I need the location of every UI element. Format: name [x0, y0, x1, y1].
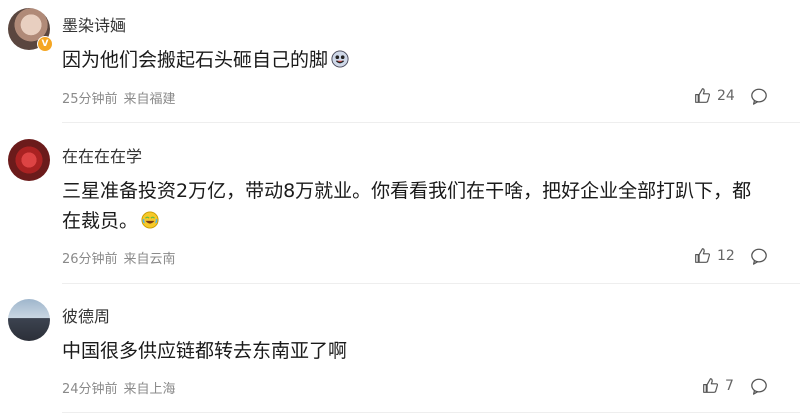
- comment-text-content: 因为他们会搬起石头砸自己的脚: [62, 49, 329, 71]
- divider: [62, 412, 800, 413]
- avatar-image: [8, 139, 50, 181]
- like-button[interactable]: 7: [702, 377, 734, 394]
- avatar-image: [8, 299, 50, 341]
- divider: [62, 283, 800, 284]
- verified-badge-icon: V: [37, 36, 53, 52]
- comment-text-content: 中国很多供应链都转去东南亚了啊: [62, 340, 348, 362]
- comment-bubble-icon[interactable]: [750, 247, 768, 265]
- like-button[interactable]: 24: [694, 87, 735, 104]
- thumbs-up-icon: [695, 248, 710, 263]
- thumbs-up-icon: [695, 88, 710, 103]
- like-count: 24: [717, 87, 735, 104]
- avatar[interactable]: [8, 299, 50, 341]
- comment-location: 来自云南: [123, 252, 176, 267]
- avatar[interactable]: V: [8, 8, 53, 52]
- comment-meta: 25分钟前 来自福建: [62, 88, 176, 107]
- comment-time: 25分钟前: [62, 92, 118, 107]
- thumbs-up-icon: [703, 378, 718, 393]
- username[interactable]: 彼德周: [62, 303, 110, 327]
- comment-time: 24分钟前: [62, 382, 118, 397]
- comment-meta: 26分钟前 来自云南: [62, 248, 176, 267]
- divider: [62, 122, 800, 123]
- comment-meta: 24分钟前 来自上海: [62, 378, 176, 397]
- username[interactable]: 墨染诗婳: [62, 12, 126, 36]
- like-count: 7: [725, 377, 734, 394]
- comment-bubble-icon[interactable]: [750, 87, 768, 105]
- comment-text: 三星准备投资2万亿，带动8万就业。你看看我们在干啥，把好企业全部打趴下，都在裁员…: [62, 176, 762, 236]
- username[interactable]: 在在在在学: [62, 143, 142, 167]
- comment-text-content: 三星准备投资2万亿，带动8万就业。你看看我们在干啥，把好企业全部打趴下，都在裁员…: [62, 180, 752, 232]
- comment-text: 中国很多供应链都转去东南亚了啊: [62, 336, 762, 366]
- crying-laughing-emoji-icon: [141, 211, 159, 229]
- like-button[interactable]: 12: [694, 247, 735, 264]
- avatar[interactable]: [8, 139, 50, 181]
- laughing-face-emoji-icon: [331, 50, 349, 68]
- like-count: 12: [717, 247, 735, 264]
- comment-text: 因为他们会搬起石头砸自己的脚: [62, 45, 762, 75]
- comment-bubble-icon[interactable]: [750, 377, 768, 395]
- comment-time: 26分钟前: [62, 252, 118, 267]
- comment-location: 来自福建: [123, 92, 176, 107]
- comment-location: 来自上海: [123, 382, 176, 397]
